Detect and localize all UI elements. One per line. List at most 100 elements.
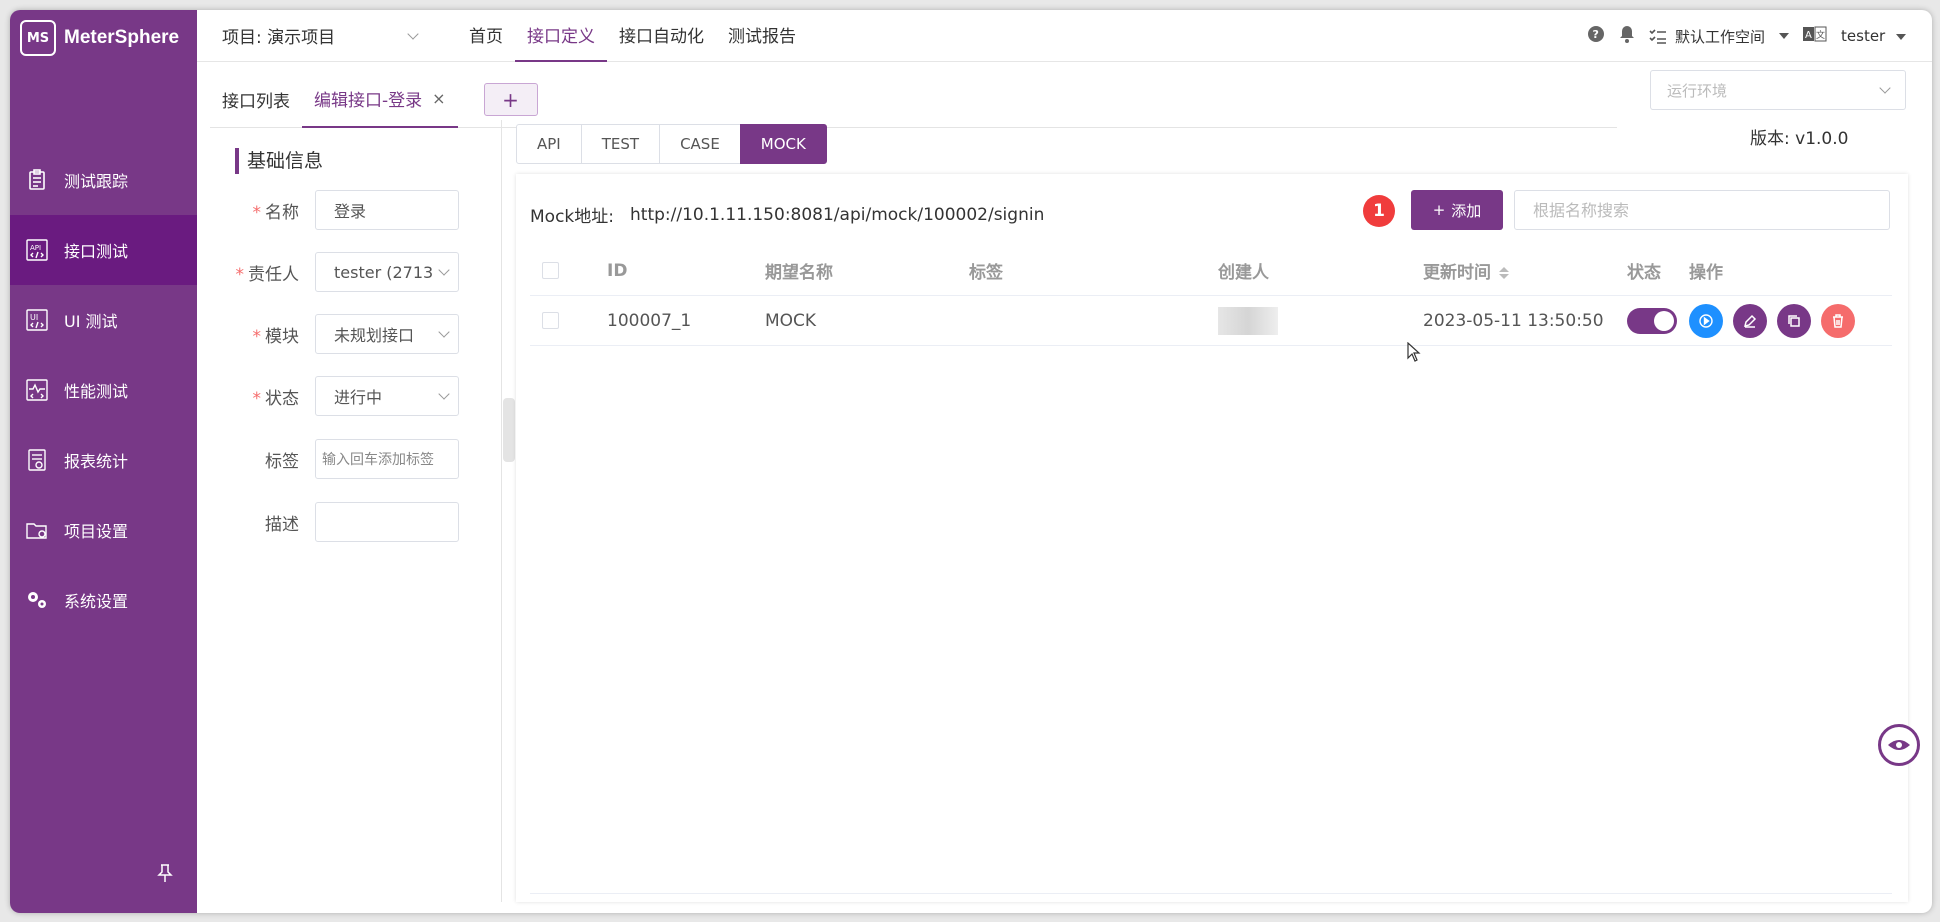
owner-value: tester (2713 <box>334 262 434 282</box>
sidebar: MS MeterSphere 测试跟踪 API 接口测试 UI UI 测试 性能… <box>10 10 197 913</box>
chevron-down-icon <box>1879 82 1891 94</box>
eye-icon <box>1888 740 1910 750</box>
label-text: 名称 <box>265 202 299 223</box>
status-toggle[interactable] <box>1627 307 1677 334</box>
form-row-name: * 名称 登录 <box>210 190 502 230</box>
tab-case[interactable]: CASE <box>659 124 741 164</box>
tag-input[interactable]: 输入回车添加标签 <box>315 439 459 479</box>
row-checkbox[interactable] <box>542 312 559 329</box>
svg-text:?: ? <box>1593 28 1599 41</box>
logo[interactable]: MS MeterSphere <box>20 18 179 58</box>
delete-button[interactable] <box>1821 303 1855 338</box>
form-label: * 状态 <box>210 384 315 409</box>
clipboard-icon <box>24 167 50 193</box>
logo-mark: MS <box>20 20 56 56</box>
language-icon[interactable]: A文 <box>1803 26 1827 46</box>
search-input[interactable] <box>1514 190 1890 230</box>
mouse-cursor-icon <box>1407 341 1421 362</box>
form-label: 标签 <box>265 451 299 472</box>
chevron-down-icon <box>438 388 450 400</box>
column-name: 期望名称 <box>765 263 833 283</box>
column-creator: 创建人 <box>1218 263 1269 283</box>
trash-icon <box>1833 313 1843 328</box>
pin-icon[interactable] <box>155 863 175 883</box>
add-tab-button[interactable]: + <box>483 83 538 116</box>
ui-icon: UI <box>24 307 50 333</box>
mock-panel: Mock地址: http://10.1.11.150:8081/api/mock… <box>516 174 1908 902</box>
top-header: 项目: 演示项目 首页 接口定义 接口自动化 测试报告 ? 默认工作空间 A文 <box>197 10 1932 62</box>
sidebar-item-label: 系统设置 <box>64 592 129 611</box>
form-label: 描述 <box>265 514 299 535</box>
sidebar-item-api-test[interactable]: API 接口测试 <box>10 215 197 285</box>
tab-test[interactable]: TEST <box>580 124 661 164</box>
user-name: tester <box>1841 27 1886 45</box>
column-tags: 标签 <box>969 263 1003 283</box>
pencil-icon <box>1743 314 1757 328</box>
column-updated[interactable]: 更新时间 <box>1423 258 1627 283</box>
label-text: 状态 <box>265 388 299 409</box>
mock-url-value: http://10.1.11.150:8081/api/mock/100002/… <box>630 204 1045 225</box>
edit-button[interactable] <box>1733 303 1767 338</box>
row-name: MOCK <box>765 310 817 331</box>
form-label: * 模块 <box>210 322 315 347</box>
sidebar-item-project-settings[interactable]: 项目设置 <box>10 495 197 565</box>
project-select-value: 项目: 演示项目 <box>222 28 336 48</box>
sidebar-item-performance[interactable]: 性能测试 <box>10 355 197 425</box>
svg-text:UI: UI <box>30 313 38 322</box>
row-select-cell <box>530 312 607 329</box>
user-menu[interactable]: tester <box>1841 27 1906 45</box>
row-actions <box>1689 303 1892 338</box>
list-check-icon <box>1649 29 1666 44</box>
module-select[interactable]: 未规划接口 <box>315 314 459 354</box>
table-row[interactable]: 100007_1 MOCK 2023-05-11 13:50:50 <box>530 296 1892 346</box>
row-status <box>1627 307 1689 334</box>
status-select[interactable]: 进行中 <box>315 376 459 416</box>
environment-select[interactable]: 运行环境 <box>1650 70 1906 110</box>
sidebar-item-report[interactable]: 报表统计 <box>10 425 197 495</box>
sidebar-item-test-track[interactable]: 测试跟踪 <box>10 145 197 215</box>
folder-settings-icon <box>24 517 50 543</box>
copy-icon <box>1788 314 1800 327</box>
run-button[interactable] <box>1689 303 1723 338</box>
owner-select[interactable]: tester (2713 <box>315 252 459 292</box>
required-mark: * <box>252 388 262 409</box>
add-expectation-button[interactable]: + 添加 <box>1411 190 1503 230</box>
help-icon[interactable]: ? <box>1587 25 1605 47</box>
sort-icon[interactable] <box>1499 267 1509 279</box>
floating-eye-button[interactable] <box>1878 724 1920 766</box>
menu-api-definition[interactable]: 接口定义 <box>515 10 607 62</box>
workspace-select[interactable]: 默认工作空间 <box>1649 26 1790 47</box>
description-textarea[interactable] <box>315 502 459 542</box>
copy-button[interactable] <box>1777 303 1811 338</box>
sidebar-nav: 测试跟踪 API 接口测试 UI UI 测试 性能测试 报表统计 项目设置 系统… <box>10 145 197 635</box>
form-row-status: * 状态 进行中 <box>210 376 502 416</box>
required-mark: * <box>252 202 262 223</box>
api-type-tabs: API TEST CASE MOCK <box>516 124 827 164</box>
column-updated-label: 更新时间 <box>1423 263 1491 283</box>
close-icon[interactable]: × <box>432 89 445 108</box>
name-field[interactable]: 登录 <box>315 190 459 230</box>
sidebar-item-ui-test[interactable]: UI UI 测试 <box>10 285 197 355</box>
menu-test-report[interactable]: 测试报告 <box>716 10 808 62</box>
mock-url: Mock地址: http://10.1.11.150:8081/api/mock… <box>530 202 1045 228</box>
tab-api[interactable]: API <box>516 124 582 164</box>
column-actions: 操作 <box>1689 263 1723 283</box>
menu-api-automation[interactable]: 接口自动化 <box>607 10 716 62</box>
name-value: 登录 <box>334 202 367 221</box>
sidebar-item-system-settings[interactable]: 系统设置 <box>10 565 197 635</box>
add-label: 添加 <box>1451 201 1482 220</box>
app-name: MeterSphere <box>64 27 180 48</box>
bell-icon[interactable] <box>1619 25 1635 47</box>
status-value: 进行中 <box>334 388 383 407</box>
project-select[interactable]: 项目: 演示项目 <box>197 23 437 48</box>
form-row-desc: 描述 <box>210 502 502 542</box>
table-header: ID 期望名称 标签 创建人 更新时间 状态 操作 <box>530 246 1892 296</box>
play-icon <box>1699 313 1713 328</box>
divider <box>530 893 1892 894</box>
menu-home[interactable]: 首页 <box>457 10 515 62</box>
collapse-handle[interactable] <box>503 398 515 462</box>
select-all-checkbox[interactable] <box>542 262 559 279</box>
tab-mock[interactable]: MOCK <box>739 124 827 164</box>
svg-text:文: 文 <box>1816 29 1825 41</box>
mock-table: ID 期望名称 标签 创建人 更新时间 状态 操作 100007_1 MOCK … <box>530 246 1892 346</box>
